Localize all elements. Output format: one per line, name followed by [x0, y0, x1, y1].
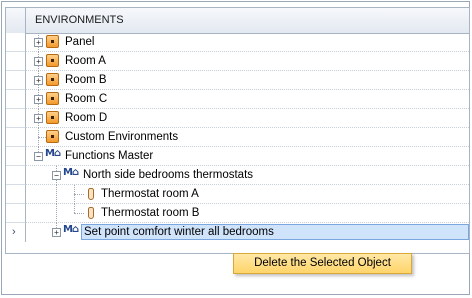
header-gutter	[6, 8, 26, 33]
collapse-icon[interactable]: −	[34, 152, 43, 161]
row-gutter	[6, 147, 26, 166]
expand-icon[interactable]: +	[52, 228, 61, 237]
tree-row-room-b[interactable]: + Room B	[6, 71, 469, 90]
tree-item-label: Room B	[65, 74, 107, 86]
row-pointer-icon: ›	[12, 226, 16, 238]
custom-environment-icon	[46, 130, 59, 143]
row-gutter	[6, 204, 26, 223]
row-gutter	[6, 90, 26, 109]
tree-item-label: Thermostat room A	[101, 188, 199, 200]
row-gutter	[6, 166, 26, 185]
tree-row-custom-environments[interactable]: Custom Environments	[6, 128, 469, 147]
expand-icon[interactable]: +	[34, 95, 43, 104]
tree-item-label: Room A	[65, 55, 106, 67]
tree-item-label: Panel	[65, 36, 95, 48]
menu-item-delete-selected-object[interactable]: Delete the Selected Object	[234, 257, 411, 269]
function-master-icon: M⌂	[45, 148, 61, 159]
row-gutter	[6, 109, 26, 128]
function-master-icon: M⌂	[63, 167, 79, 178]
grid-header: ENVIRONMENTS	[6, 8, 469, 34]
tree-item-label: Room D	[65, 112, 108, 124]
context-menu: Delete the Selected Object	[233, 253, 412, 274]
tree-item-label: Thermostat room B	[101, 207, 200, 219]
tree-row-functions-master[interactable]: − M⌂ Functions Master	[6, 147, 469, 166]
row-gutter	[6, 33, 26, 52]
expand-icon[interactable]: +	[34, 114, 43, 123]
column-header-environments: ENVIRONMENTS	[35, 14, 124, 26]
tree-item-label: Custom Environments	[65, 131, 179, 143]
thermostat-icon	[88, 188, 94, 200]
tree-row-room-c[interactable]: + Room C	[6, 90, 469, 109]
row-gutter	[6, 71, 26, 90]
tree-row-set-point-comfort[interactable]: › + M⌂ Set point comfort winter all bedr…	[6, 223, 469, 242]
tree-row-room-d[interactable]: + Room D	[6, 109, 469, 128]
tree-row-panel[interactable]: + Panel	[6, 33, 469, 52]
row-gutter[interactable]: ›	[6, 223, 26, 242]
row-gutter	[6, 185, 26, 204]
tree-item-label: Set point comfort winter all bedrooms	[84, 226, 274, 238]
environment-icon	[46, 73, 59, 86]
expand-icon[interactable]: +	[34, 57, 43, 66]
row-gutter	[6, 52, 26, 71]
tree-row-room-a[interactable]: + Room A	[6, 52, 469, 71]
collapse-icon[interactable]: −	[52, 171, 61, 180]
row-gutter	[6, 128, 26, 147]
tree-row-thermostat-a[interactable]: Thermostat room A	[6, 185, 469, 204]
thermostat-icon	[88, 207, 94, 219]
environments-tree-grid[interactable]: ENVIRONMENTS + Panel + Room A + Room B +…	[5, 7, 470, 254]
environment-icon	[46, 54, 59, 67]
environment-icon	[46, 111, 59, 124]
environment-icon	[46, 35, 59, 48]
tree-item-label: Functions Master	[65, 150, 154, 162]
tree-item-label: Room C	[65, 93, 108, 105]
function-master-icon: M⌂	[63, 224, 79, 235]
tree-row-thermostat-b[interactable]: Thermostat room B	[6, 204, 469, 223]
expand-icon[interactable]: +	[34, 76, 43, 85]
expand-icon[interactable]: +	[34, 38, 43, 47]
environment-icon	[46, 92, 59, 105]
tree-item-label: North side bedrooms thermostats	[83, 169, 254, 181]
tree-row-north-side-thermostats[interactable]: − M⌂ North side bedrooms thermostats	[6, 166, 469, 185]
